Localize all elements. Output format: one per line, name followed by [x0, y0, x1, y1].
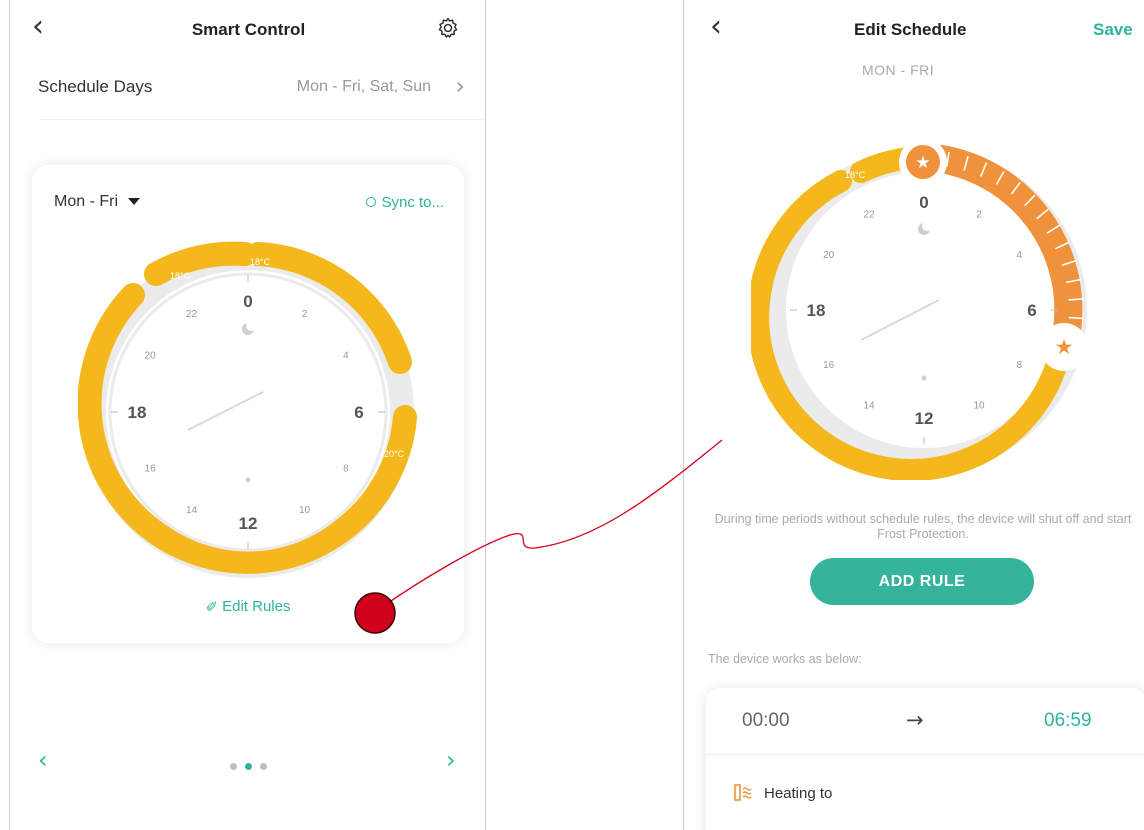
edit-schedule-dial[interactable]: 18°C 0 2 4 6 8 10 12 14 16 18 20 22 ★ ★: [751, 145, 1096, 480]
dial-hour-label: 22: [186, 309, 198, 320]
page-dot[interactable]: [230, 763, 237, 770]
segment-label: 18°C: [845, 170, 866, 180]
schedule-dial[interactable]: 18°C 18°C 20°C 0 2 4 6 8 10 12 14 16 18 20 22: [78, 237, 418, 582]
dial-hour-label: 16: [145, 464, 157, 475]
range-tick: [1068, 316, 1084, 320]
caret-down-icon: [128, 198, 141, 206]
schedule-days-label: Schedule Days: [38, 77, 153, 96]
page-title: Smart Control: [191, 20, 306, 39]
dial-hour-label: 2: [976, 210, 982, 221]
sync-to-button[interactable]: Sync to...: [366, 194, 444, 211]
dial-hour-label: 4: [1017, 250, 1023, 261]
dial-hour-label: 4: [343, 351, 349, 362]
dial-hour-label: 16: [823, 360, 835, 371]
star-icon: ★: [1055, 336, 1074, 359]
star-icon: ★: [915, 153, 930, 172]
schedule-days-subtitle: MON - FRI: [862, 62, 935, 78]
page-dot[interactable]: [260, 763, 267, 770]
sync-to-label: Sync to...: [381, 194, 444, 211]
dial-hour-label: 20: [145, 351, 157, 362]
heating-icon: [734, 784, 756, 807]
pencil-icon: ✏: [201, 595, 223, 617]
dial-hour-label: 12: [915, 409, 934, 428]
schedule-card: Mon - Fri Sync to... 18°C 18°C 20°C 0 2 4 6…: [32, 165, 464, 643]
chevron-right-icon: ›: [455, 72, 465, 100]
sync-icon: [366, 197, 377, 207]
segment-label: 18°C: [170, 271, 191, 281]
back-chevron-icon[interactable]: ‹: [710, 12, 722, 42]
dial-hour-label: 10: [299, 505, 311, 516]
day-selector[interactable]: Mon - Fri: [54, 193, 141, 211]
range-tick: [1068, 298, 1084, 301]
day-selector-label: Mon - Fri: [54, 193, 118, 210]
segment-label: 18°C: [250, 257, 271, 267]
dial-hour-label: 6: [354, 403, 363, 422]
dial-hour-label: 8: [1017, 360, 1023, 371]
arrow-right-icon: →: [906, 708, 924, 732]
next-page-chevron-icon[interactable]: ›: [446, 746, 456, 774]
dial-hour-label: 8: [343, 464, 349, 475]
frost-protection-note: During time periods without schedule rul…: [714, 512, 1132, 541]
rule-start-time: 00:00: [742, 710, 790, 731]
dial-hour-label: 14: [863, 400, 875, 411]
sun-icon: [245, 477, 251, 483]
schedule-days-row[interactable]: Schedule Days Mon - Fri, Sat, Sun ›: [10, 60, 485, 120]
gear-icon[interactable]: [436, 16, 460, 45]
dial-hour-label: 14: [186, 505, 198, 516]
divider: [40, 119, 485, 120]
dial-hour-label: 10: [973, 400, 985, 411]
add-rule-button[interactable]: ADD RULE: [810, 558, 1034, 605]
sun-icon: [921, 375, 927, 381]
save-button[interactable]: Save: [1093, 20, 1133, 40]
heating-label: Heating to: [764, 785, 833, 802]
edit-rules-label: Edit Rules: [222, 598, 291, 615]
works-below-label: The device works as below:: [708, 652, 862, 666]
rule-end-time: 06:59: [1044, 710, 1092, 731]
dial-hour-label: 0: [243, 292, 252, 311]
segment-label: 20°C: [384, 449, 405, 459]
page-indicator: [10, 757, 485, 775]
rule-card[interactable]: 00:00 → 06:59 Heating to: [706, 688, 1144, 830]
dial-hour-label: 12: [239, 514, 258, 533]
divider: [706, 754, 1144, 755]
dial-hour-label: 0: [919, 193, 928, 212]
smart-control-screen: ‹ Smart Control Schedule Days Mon - Fri,…: [9, 0, 486, 830]
schedule-days-value: Mon - Fri, Sat, Sun: [296, 78, 431, 95]
dial-hour-label: 6: [1027, 301, 1036, 320]
dial-hour-label: 2: [302, 309, 308, 320]
edit-schedule-screen: ‹ Edit Schedule Save MON - FRI 18°C 0 2 4 6…: [683, 0, 1144, 830]
dial-hour-label: 20: [823, 250, 835, 261]
page-dot-active[interactable]: [245, 763, 252, 770]
edit-rules-button[interactable]: ✏Edit Rules: [32, 595, 464, 617]
dial-hour-label: 18: [807, 301, 826, 320]
page-title: Edit Schedule: [854, 20, 967, 39]
dial-hour-label: 22: [863, 210, 875, 221]
dial-hour-label: 18: [128, 403, 147, 422]
end-time-handle[interactable]: ★: [1040, 323, 1088, 371]
